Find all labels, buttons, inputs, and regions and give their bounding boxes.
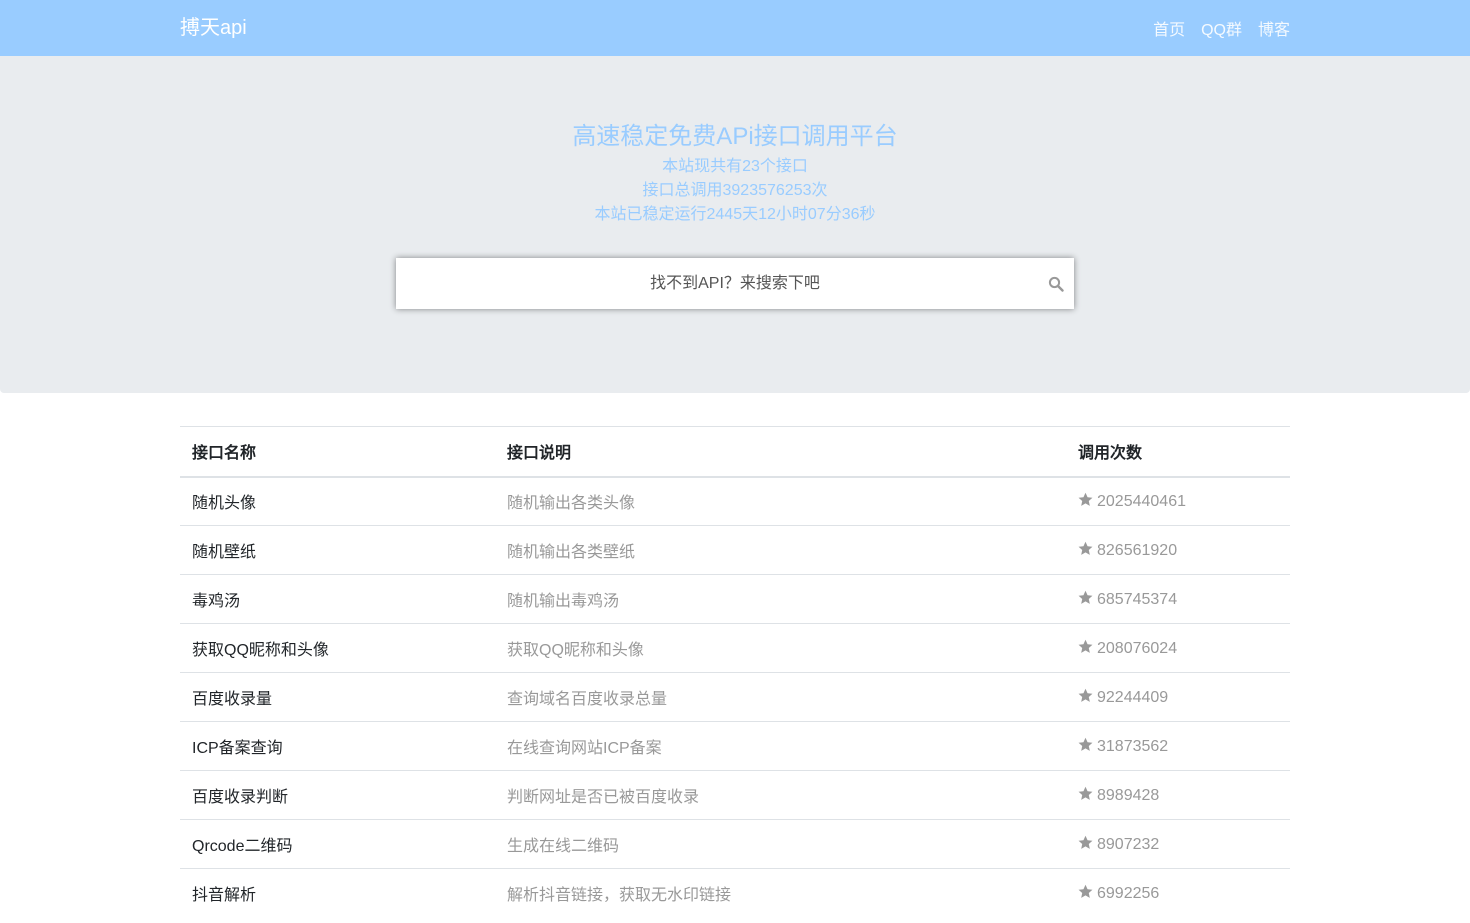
api-description: 随机输出各类壁纸 <box>495 525 1066 575</box>
table-header-row: 接口名称 接口说明 调用次数 <box>180 426 1290 478</box>
call-count-value: 208076024 <box>1097 639 1178 657</box>
api-description: 在线查询网站ICP备案 <box>495 721 1066 771</box>
api-table-container: 接口名称 接口说明 调用次数 随机头像 随机输出各类头像 2025440461 随机壁… <box>180 426 1290 918</box>
search-box <box>396 258 1074 309</box>
api-name[interactable]: 百度收录判断 <box>180 770 495 820</box>
api-description: 获取QQ昵称和头像 <box>495 623 1066 673</box>
call-count-value: 92244409 <box>1097 688 1169 706</box>
star-icon <box>1078 884 1093 898</box>
api-name[interactable]: 随机头像 <box>180 476 495 526</box>
star-icon <box>1078 737 1093 751</box>
nav-links: 首页 QQ群 博客 <box>1137 0 1290 56</box>
call-count-cell: 8907232 <box>1066 819 1290 869</box>
search-icon[interactable] <box>1048 276 1064 292</box>
api-name[interactable]: Qrcode二维码 <box>180 819 495 869</box>
table-row[interactable]: 随机壁纸 随机输出各类壁纸 826561920 <box>180 525 1290 575</box>
table-row[interactable]: Qrcode二维码 生成在线二维码 8907232 <box>180 819 1290 869</box>
call-count-cell: 6992256 <box>1066 868 1290 918</box>
star-icon <box>1078 835 1093 849</box>
table-row[interactable]: 百度收录量 查询域名百度收录总量 92244409 <box>180 672 1290 722</box>
call-count-value: 8907232 <box>1097 835 1160 853</box>
table-row[interactable]: 随机头像 随机输出各类头像 2025440461 <box>180 476 1290 526</box>
api-description: 解析抖音链接，获取无水印链接 <box>495 868 1066 918</box>
call-count-cell: 208076024 <box>1066 623 1290 673</box>
star-icon <box>1078 688 1093 702</box>
table-row[interactable]: 获取QQ昵称和头像 获取QQ昵称和头像 208076024 <box>180 623 1290 673</box>
call-count-cell: 31873562 <box>1066 721 1290 771</box>
api-description: 随机输出毒鸡汤 <box>495 574 1066 624</box>
api-description: 生成在线二维码 <box>495 819 1066 869</box>
call-count-cell: 826561920 <box>1066 525 1290 575</box>
hero-title: 高速稳定免费APi接口调用平台 <box>572 123 898 150</box>
table-row[interactable]: 百度收录判断 判断网址是否已被百度收录 8989428 <box>180 770 1290 820</box>
star-icon <box>1078 639 1093 653</box>
api-description: 判断网址是否已被百度收录 <box>495 770 1066 820</box>
api-table-body: 随机头像 随机输出各类头像 2025440461 随机壁纸 随机输出各类壁纸 826561… <box>180 476 1290 918</box>
star-icon <box>1078 786 1093 800</box>
api-description: 随机输出各类头像 <box>495 476 1066 526</box>
star-icon <box>1078 590 1093 604</box>
call-count-cell: 92244409 <box>1066 672 1290 722</box>
navbar: 搏天api 首页 QQ群 博客 <box>0 0 1470 56</box>
api-name[interactable]: 毒鸡汤 <box>180 574 495 624</box>
nav-link-home[interactable]: 首页 <box>1153 16 1185 40</box>
call-count-value: 8989428 <box>1097 786 1160 804</box>
call-count-cell: 2025440461 <box>1066 476 1290 526</box>
api-name[interactable]: 获取QQ昵称和头像 <box>180 623 495 673</box>
call-count-value: 6992256 <box>1097 884 1160 902</box>
total-calls-text: 接口总调用3923576253次 <box>642 182 828 199</box>
nav-link-qq-group[interactable]: QQ群 <box>1201 16 1242 40</box>
api-name[interactable]: 百度收录量 <box>180 672 495 722</box>
hero-banner: 高速稳定免费APi接口调用平台 本站现共有23个接口 接口总调用39235762… <box>0 56 1470 393</box>
table-row[interactable]: 毒鸡汤 随机输出毒鸡汤 685745374 <box>180 574 1290 624</box>
call-count-cell: 8989428 <box>1066 770 1290 820</box>
call-count-value: 31873562 <box>1097 737 1169 755</box>
header-api-description: 接口说明 <box>495 426 1066 478</box>
star-icon <box>1078 541 1093 555</box>
api-description: 查询域名百度收录总量 <box>495 672 1066 722</box>
api-name[interactable]: 随机壁纸 <box>180 525 495 575</box>
call-count-value: 2025440461 <box>1097 492 1186 510</box>
call-count-value: 826561920 <box>1097 541 1178 559</box>
table-row[interactable]: 抖音解析 解析抖音链接，获取无水印链接 6992256 <box>180 868 1290 918</box>
api-name[interactable]: ICP备案查询 <box>180 721 495 771</box>
api-name[interactable]: 抖音解析 <box>180 868 495 918</box>
header-call-count: 调用次数 <box>1066 426 1290 478</box>
call-count-cell: 685745374 <box>1066 574 1290 624</box>
nav-link-blog[interactable]: 博客 <box>1258 16 1290 40</box>
search-input[interactable] <box>396 258 1074 309</box>
brand-logo-link[interactable]: 搏天api <box>180 14 247 42</box>
call-count-value: 685745374 <box>1097 590 1178 608</box>
uptime-text: 本站已稳定运行2445天12小时07分36秒 <box>594 206 876 223</box>
api-table: 接口名称 接口说明 调用次数 随机头像 随机输出各类头像 2025440461 随机壁… <box>180 426 1290 918</box>
header-api-name: 接口名称 <box>180 426 495 478</box>
star-icon <box>1078 492 1093 506</box>
api-count-text: 本站现共有23个接口 <box>662 158 808 175</box>
table-row[interactable]: ICP备案查询 在线查询网站ICP备案 31873562 <box>180 721 1290 771</box>
